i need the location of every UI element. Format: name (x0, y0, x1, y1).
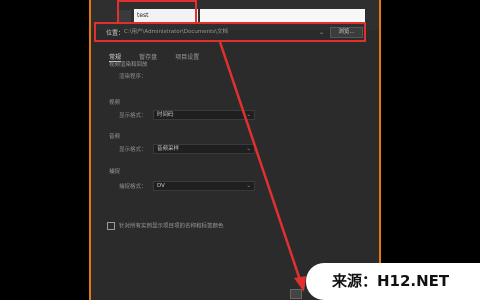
pointer-arrow-icon (218, 41, 306, 292)
source-watermark: 来源：H12.NET (306, 263, 480, 300)
